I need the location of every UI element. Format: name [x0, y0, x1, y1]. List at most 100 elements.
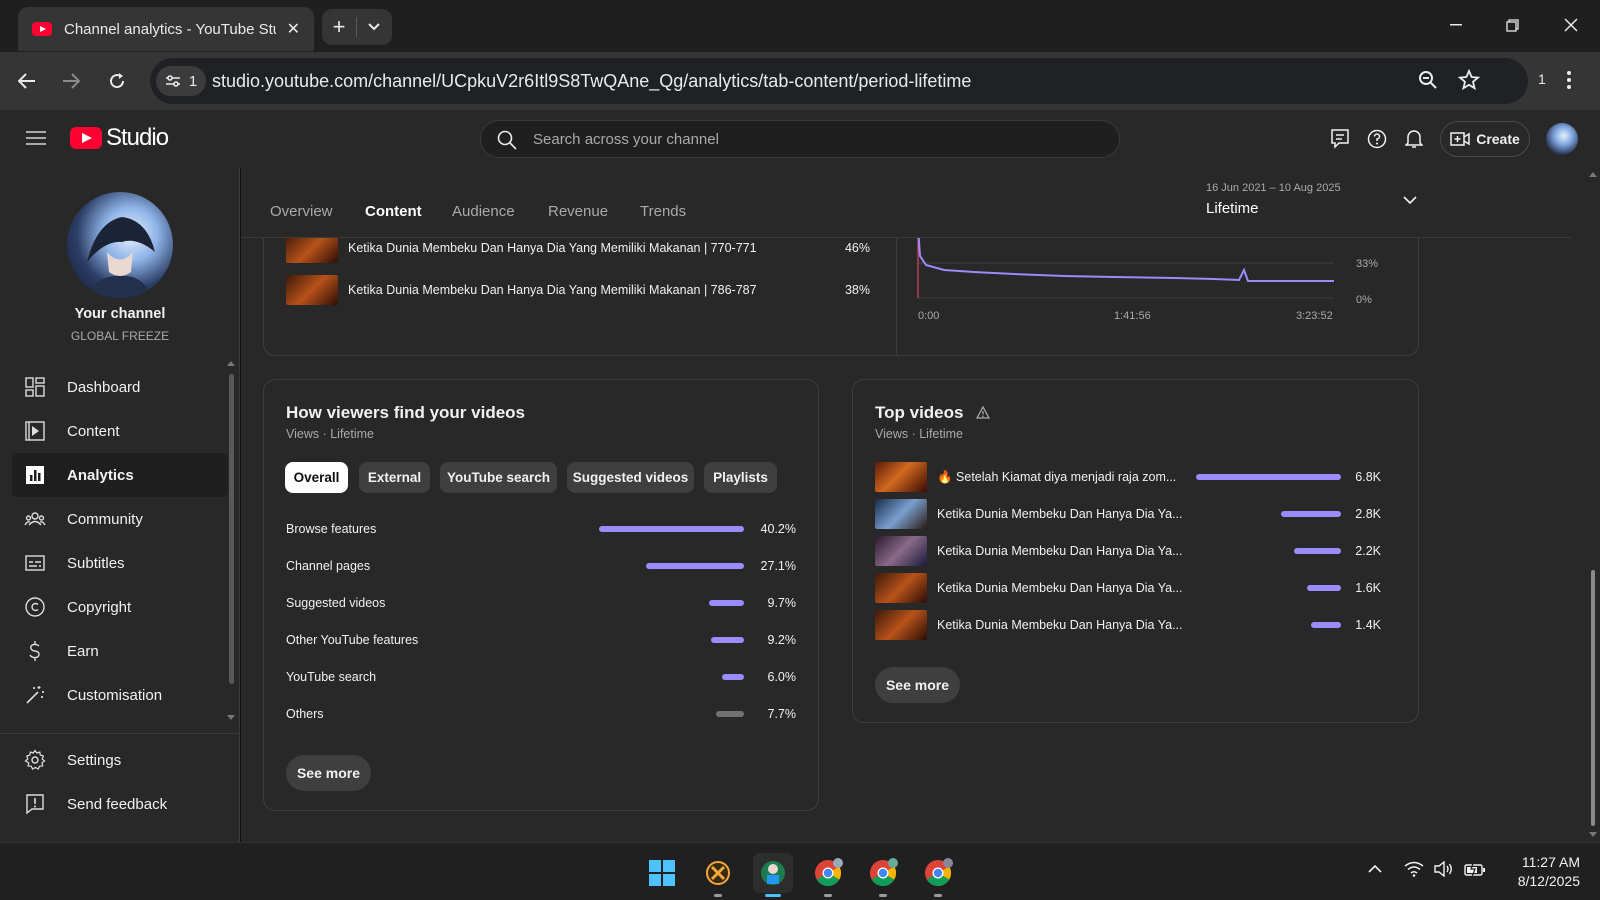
- address-bar[interactable]: 1 studio.youtube.com/channel/UCpkuV2r6It…: [150, 58, 1528, 104]
- browser-menu-icon[interactable]: [1566, 70, 1572, 90]
- video-thumbnail: [286, 275, 338, 305]
- y-tick-label: 0%: [1356, 294, 1372, 306]
- warning-icon[interactable]: [976, 406, 991, 419]
- subtitles-icon: [25, 555, 45, 571]
- close-window-icon[interactable]: [1543, 10, 1599, 40]
- new-tab-icon[interactable]: +: [322, 14, 356, 40]
- tab-content[interactable]: Content: [365, 203, 422, 220]
- notifications-bell-icon[interactable]: [1401, 126, 1427, 152]
- top-video-row[interactable]: Ketika Dunia Membeku Dan Hanya Dia Ya...…: [875, 536, 1381, 568]
- page-scroll-down-icon[interactable]: [1589, 832, 1597, 837]
- see-more-button[interactable]: See more: [286, 755, 371, 791]
- restore-icon[interactable]: [1484, 10, 1540, 40]
- site-info-button[interactable]: 1: [156, 66, 206, 96]
- app-icon-x[interactable]: [698, 853, 738, 897]
- chip-suggested-videos[interactable]: Suggested videos: [567, 462, 694, 493]
- sidebar-item-community[interactable]: Community: [12, 497, 228, 541]
- tab-overview[interactable]: Overview: [270, 203, 333, 220]
- bookmark-star-icon[interactable]: [1458, 69, 1480, 91]
- x-tick-label: 0:00: [918, 310, 939, 322]
- zoom-icon[interactable]: [1418, 70, 1438, 90]
- customisation-icon: [26, 686, 44, 704]
- close-tab-icon[interactable]: ✕: [287, 19, 300, 39]
- chip-external[interactable]: External: [359, 462, 430, 493]
- sidebar-item-analytics[interactable]: Analytics: [12, 453, 228, 497]
- sidebar-item-subtitles[interactable]: Subtitles: [12, 541, 228, 585]
- traffic-source-row[interactable]: Other YouTube features 9.2%: [286, 631, 796, 651]
- app-icon-active[interactable]: [753, 853, 793, 897]
- card-title: How viewers find your videos: [286, 403, 526, 422]
- messages-icon[interactable]: [1327, 126, 1353, 152]
- card-title: Top videos: [875, 403, 991, 423]
- traffic-source-row[interactable]: Channel pages 27.1%: [286, 557, 796, 577]
- top-video-row[interactable]: 🔥 Setelah Kiamat diya menjadi raja zom..…: [875, 462, 1381, 494]
- traffic-source-name: Suggested videos: [286, 596, 386, 610]
- sidebar-item-customisation[interactable]: Customisation: [12, 673, 228, 717]
- system-clock[interactable]: 11:27 AM 8/12/2025: [1500, 853, 1580, 891]
- hamburger-menu-icon[interactable]: [26, 130, 46, 146]
- video-views: 2.8K: [1355, 507, 1381, 521]
- x-tick-label: 3:23:52: [1296, 310, 1333, 322]
- sidebar-item-content[interactable]: Content: [12, 409, 228, 453]
- minimize-icon[interactable]: [1428, 10, 1484, 40]
- top-video-row[interactable]: Ketika Dunia Membeku Dan Hanya Dia Ya...…: [875, 499, 1381, 531]
- sidebar-item-earn[interactable]: Earn: [12, 629, 228, 673]
- scroll-up-icon[interactable]: [227, 361, 235, 366]
- reload-icon[interactable]: [102, 66, 132, 96]
- sidebar-item-dashboard[interactable]: Dashboard: [12, 365, 228, 409]
- help-icon[interactable]: [1364, 126, 1390, 152]
- tab-revenue[interactable]: Revenue: [548, 203, 608, 220]
- sidebar-item-settings[interactable]: Settings: [12, 738, 228, 782]
- sidebar-item-copyright[interactable]: Copyright: [12, 585, 228, 629]
- scroll-down-icon[interactable]: [227, 715, 235, 720]
- chip-playlists[interactable]: Playlists: [704, 462, 777, 493]
- profile-count[interactable]: 1: [1538, 71, 1546, 87]
- windows-start-icon[interactable]: [642, 853, 682, 893]
- forward-icon[interactable]: [56, 66, 86, 96]
- browser-tab[interactable]: Channel analytics - YouTube Studio ✕: [18, 7, 314, 51]
- chrome-icon[interactable]: [808, 853, 848, 897]
- battery-icon[interactable]: [1464, 861, 1486, 877]
- top-videos-card: Top videos Views · Lifetime 🔥 Setelah Ki…: [852, 379, 1419, 723]
- page-scroll-up-icon[interactable]: [1589, 172, 1597, 177]
- clock-date: 8/12/2025: [1517, 873, 1580, 889]
- chip-youtube-search[interactable]: YouTube search: [440, 462, 557, 493]
- tab-search-icon[interactable]: [357, 23, 391, 31]
- traffic-source-row[interactable]: Suggested videos 9.7%: [286, 594, 796, 614]
- url-text[interactable]: studio.youtube.com/channel/UCpkuV2r6Itl9…: [212, 71, 971, 92]
- see-more-button[interactable]: See more: [875, 667, 960, 703]
- top-video-row[interactable]: Ketika Dunia Membeku Dan Hanya Dia Ya...…: [875, 573, 1381, 605]
- traffic-source-row[interactable]: Others 7.7%: [286, 705, 796, 725]
- top-video-row[interactable]: Ketika Dunia Membeku Dan Hanya Dia Ya...…: [875, 610, 1381, 642]
- traffic-source-bar: [709, 600, 744, 606]
- chrome-icon[interactable]: [863, 853, 903, 897]
- chevron-up-icon[interactable]: [1368, 865, 1382, 873]
- back-icon[interactable]: [12, 66, 42, 96]
- traffic-source-row[interactable]: Browse features 40.2%: [286, 520, 796, 540]
- traffic-source-bar: [711, 637, 744, 643]
- date-range-picker[interactable]: 16 Jun 2021 – 10 Aug 2025 Lifetime: [1206, 182, 1417, 217]
- page-scrollbar[interactable]: [1591, 570, 1595, 826]
- sidebar-scrollbar[interactable]: [229, 374, 234, 684]
- traffic-source-name: YouTube search: [286, 670, 377, 684]
- tab-trends[interactable]: Trends: [640, 203, 686, 220]
- running-indicator: [765, 894, 781, 897]
- gear-icon: [24, 749, 46, 770]
- sidebar-item-send-feedback[interactable]: Send feedback: [12, 782, 228, 826]
- list-item[interactable]: Ketika Dunia Membeku Dan Hanya Dia Yang …: [286, 275, 870, 307]
- chip-overall[interactable]: Overall: [285, 462, 348, 493]
- wifi-icon[interactable]: [1404, 861, 1424, 877]
- traffic-sources-card: How viewers find your videos Views · Lif…: [263, 379, 819, 811]
- chrome-icon[interactable]: [918, 853, 958, 897]
- create-button[interactable]: Create: [1440, 121, 1530, 157]
- channel-avatar[interactable]: [67, 192, 173, 298]
- traffic-source-row[interactable]: YouTube search 6.0%: [286, 668, 796, 688]
- studio-logo[interactable]: Studio: [70, 124, 169, 152]
- search-bar[interactable]: [480, 120, 1120, 158]
- tab-audience[interactable]: Audience: [452, 203, 515, 220]
- volume-icon[interactable]: [1434, 861, 1454, 877]
- retention-percent: 38%: [844, 283, 870, 297]
- account-avatar[interactable]: [1546, 123, 1578, 155]
- traffic-source-name: Channel pages: [286, 559, 371, 573]
- search-input[interactable]: [533, 121, 1093, 157]
